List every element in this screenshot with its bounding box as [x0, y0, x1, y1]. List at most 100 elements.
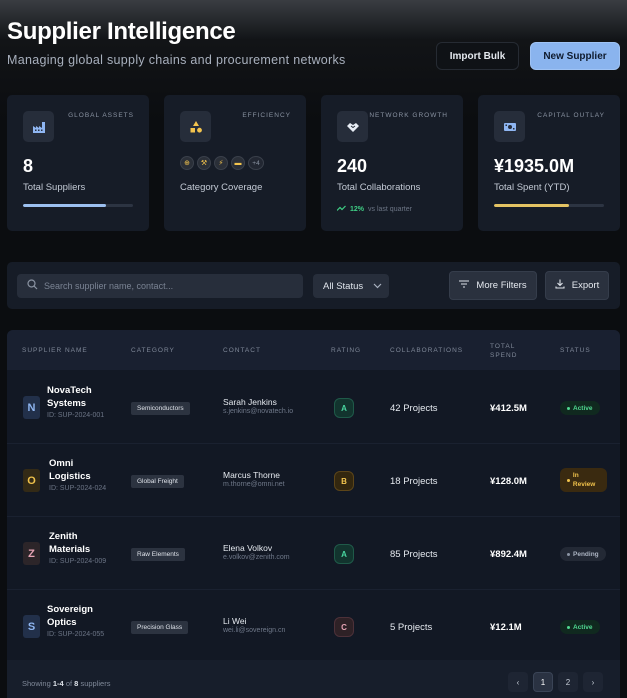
status-label: In Review: [572, 472, 596, 488]
column-header-status[interactable]: STATUS: [560, 347, 591, 354]
supplier-name[interactable]: NovaTech Systems: [47, 385, 105, 410]
supplier-name[interactable]: Sovereign Optics: [47, 604, 105, 629]
stat-value: 240: [337, 156, 368, 176]
table-header: SUPPLIER NAME CATEGORY CONTACT RATING CO…: [7, 330, 620, 370]
stat-label: CAPITAL OUTLAY: [537, 112, 605, 119]
column-header-collaborations[interactable]: COLLABORATIONS: [390, 347, 463, 354]
stat-card-network-growth: NETWORK GROWTH 240 Total Collaborations …: [321, 95, 463, 231]
category-chip-icon: ⊕: [180, 156, 194, 170]
supplier-table: SUPPLIER NAME CATEGORY CONTACT RATING CO…: [7, 330, 620, 698]
status-select-value: All Status: [323, 280, 364, 292]
category-chips: ⊕ ⚒ ⚡ ▬ +4: [180, 156, 264, 170]
status-dot: [567, 552, 570, 556]
status-label: Pending: [573, 550, 599, 558]
collaborations-count: 5 Projects: [390, 622, 433, 633]
page-title: Supplier Intelligence: [7, 18, 236, 45]
trend-percent: 12%: [350, 205, 365, 213]
rating-badge: C: [334, 617, 354, 637]
status-badge: In Review: [560, 468, 607, 492]
contact-email[interactable]: wei.li@sovereign.cn: [223, 627, 285, 634]
stat-description: Total Suppliers: [23, 182, 86, 193]
collaborations-count: 18 Projects: [390, 476, 438, 487]
filter-bar: All Status More Filters Export: [7, 262, 620, 309]
search-box[interactable]: [17, 274, 303, 298]
shapes-icon: [180, 111, 211, 142]
table-row[interactable]: Z Zenith Materials ID: SUP-2024-009 Raw …: [7, 517, 620, 590]
category-chip-icon: ▬: [231, 156, 245, 170]
rating-badge: B: [334, 471, 354, 491]
import-bulk-button[interactable]: Import Bulk: [436, 42, 519, 70]
category-tag: Semiconductors: [131, 402, 190, 415]
rating-badge: A: [334, 544, 354, 564]
handshake-icon: [337, 111, 368, 142]
search-input[interactable]: [44, 281, 284, 291]
supplier-name[interactable]: Omni Logistics: [49, 458, 107, 483]
trend-up-icon: [336, 205, 346, 213]
contact-name: Elena Volkov: [223, 543, 273, 553]
supplier-avatar: N: [23, 396, 40, 419]
contact-email[interactable]: s.jenkins@novatech.io: [223, 408, 293, 415]
stat-label: EFFICIENCY: [242, 112, 291, 119]
table-row[interactable]: S Sovereign Optics ID: SUP-2024-055 Prec…: [7, 590, 620, 663]
growth-trend: 12% vs last quarter: [336, 205, 412, 213]
progress-bar: [494, 204, 604, 207]
stat-value: 8: [23, 156, 34, 176]
supplier-avatar: S: [23, 615, 40, 638]
progress-fill: [23, 204, 106, 207]
stat-value: ¥1935.0M: [494, 156, 575, 176]
progress-bar: [23, 204, 133, 207]
page-button-1[interactable]: 1: [533, 672, 553, 692]
supplier-id: ID: SUP-2024-001: [47, 412, 105, 419]
column-header-category[interactable]: CATEGORY: [131, 347, 175, 354]
supplier-id: ID: SUP-2024-024: [49, 485, 107, 492]
more-filters-label: More Filters: [476, 280, 527, 291]
download-icon: [555, 279, 565, 292]
category-chip-icon: ⚒: [197, 156, 211, 170]
total-spend: ¥128.0M: [490, 476, 527, 487]
category-tag: Raw Elements: [131, 548, 185, 561]
column-header-contact[interactable]: CONTACT: [223, 347, 261, 354]
search-icon: [27, 277, 38, 295]
stat-card-capital-outlay: CAPITAL OUTLAY ¥1935.0M Total Spent (YTD…: [478, 95, 620, 231]
new-supplier-button[interactable]: New Supplier: [530, 42, 620, 70]
page-button-2[interactable]: 2: [558, 672, 578, 692]
status-badge: Active: [560, 401, 600, 415]
status-label: Active: [573, 623, 593, 631]
summary-suffix: suppliers: [80, 679, 111, 688]
supplier-id: ID: SUP-2024-009: [49, 558, 107, 565]
collaborations-count: 85 Projects: [390, 549, 438, 560]
status-label: Active: [573, 404, 593, 412]
column-header-rating[interactable]: RATING: [331, 347, 361, 354]
more-filters-button[interactable]: More Filters: [449, 271, 537, 300]
cash-icon: [494, 111, 525, 142]
summary-range: 1-4: [52, 679, 64, 688]
table-row[interactable]: N NovaTech Systems ID: SUP-2024-001 Semi…: [7, 371, 620, 444]
status-select[interactable]: All Status: [313, 274, 389, 298]
stat-label: NETWORK GROWTH: [369, 112, 448, 119]
supplier-name[interactable]: Zenith Materials: [49, 531, 107, 556]
stat-description: Category Coverage: [180, 182, 263, 193]
total-spend: ¥412.5M: [490, 403, 527, 414]
pagination-summary: Showing 1-4 of 8 suppliers: [22, 679, 110, 688]
table-row[interactable]: O Omni Logistics ID: SUP-2024-024 Global…: [7, 444, 620, 517]
status-badge: Active: [560, 620, 600, 634]
status-badge: Pending: [560, 547, 606, 561]
contact-email[interactable]: e.volkov@zenith.com: [223, 554, 290, 561]
stat-label: GLOBAL ASSETS: [68, 112, 134, 119]
summary-of: of: [65, 679, 73, 688]
export-button[interactable]: Export: [545, 271, 609, 300]
contact-email[interactable]: m.thorne@omni.net: [223, 481, 285, 488]
next-page-button[interactable]: ›: [583, 672, 603, 692]
category-chip-icon: ⚡: [214, 156, 228, 170]
stat-card-efficiency: EFFICIENCY ⊕ ⚒ ⚡ ▬ +4 Category Coverage: [164, 95, 306, 231]
total-spend: ¥892.4M: [490, 549, 527, 560]
status-dot: [567, 478, 570, 482]
column-header-supplier-name[interactable]: SUPPLIER NAME: [22, 347, 88, 354]
column-header-total-spend[interactable]: TOTAL SPEND: [490, 342, 526, 360]
summary-total: 8: [74, 679, 79, 688]
supplier-id: ID: SUP-2024-055: [47, 631, 105, 638]
prev-page-button[interactable]: ‹: [508, 672, 528, 692]
stat-card-global-assets: GLOBAL ASSETS 8 Total Suppliers: [7, 95, 149, 231]
stat-description: Total Spent (YTD): [494, 182, 570, 193]
supplier-avatar: O: [23, 469, 40, 492]
